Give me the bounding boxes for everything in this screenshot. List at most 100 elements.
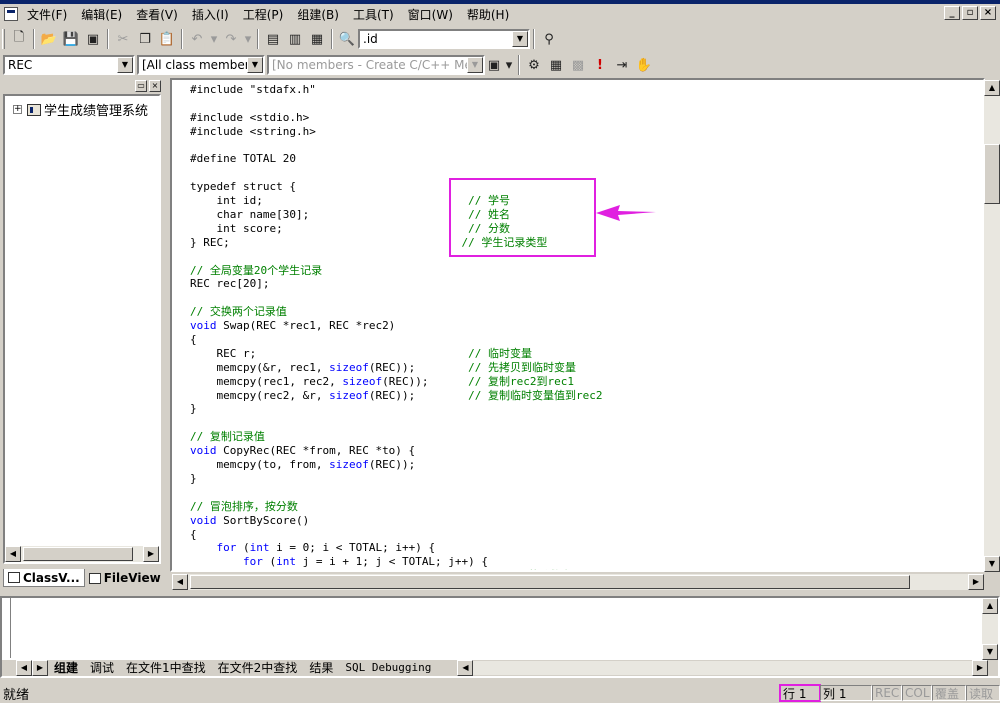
code-editor[interactable]: #include "stdafx.h" #include <stdio.h> #i… bbox=[170, 78, 985, 572]
expand-icon[interactable]: + bbox=[13, 105, 22, 114]
code-line[interactable] bbox=[190, 139, 603, 153]
workspace-horizontal-scrollbar[interactable]: ◀ ▶ bbox=[5, 546, 159, 562]
build-icon[interactable]: ▦ bbox=[545, 54, 567, 76]
tab-build[interactable]: 组建 bbox=[48, 661, 84, 675]
output-vertical-scrollbar[interactable]: ▲ ▼ bbox=[982, 598, 998, 660]
scroll-thumb[interactable] bbox=[190, 575, 910, 589]
workspace-icon[interactable]: ▤ bbox=[262, 28, 284, 50]
undo-icon[interactable]: ↶ bbox=[186, 28, 208, 50]
code-line[interactable]: // 交换两个记录值 bbox=[190, 305, 603, 319]
editor-horizontal-scrollbar[interactable]: ◀ ▶ bbox=[172, 574, 984, 590]
code-line[interactable] bbox=[190, 97, 603, 111]
code-line[interactable]: for (int i = 0; i < TOTAL; i++) { bbox=[190, 541, 603, 555]
undo-dropdown-icon[interactable]: ▾ bbox=[208, 28, 220, 50]
stop-build-icon[interactable]: ▩ bbox=[567, 54, 589, 76]
scroll-left-icon[interactable]: ◀ bbox=[457, 660, 474, 676]
tab-results[interactable]: 结果 bbox=[303, 661, 339, 675]
menu-edit[interactable]: 编辑(E) bbox=[74, 6, 129, 23]
code-line[interactable]: // 冒泡排序，按分数 bbox=[190, 500, 603, 514]
menu-insert[interactable]: 插入(I) bbox=[185, 6, 236, 23]
scroll-right-icon[interactable]: ▶ bbox=[972, 660, 988, 676]
menu-window[interactable]: 窗口(W) bbox=[401, 6, 460, 23]
code-line[interactable]: #include <stdio.h> bbox=[190, 111, 603, 125]
code-line[interactable]: #include <string.h> bbox=[190, 125, 603, 139]
scroll-up-icon[interactable]: ▲ bbox=[982, 598, 998, 614]
open-folder-icon[interactable]: 📂 bbox=[38, 28, 60, 50]
tab-classview[interactable]: ClassV... bbox=[3, 569, 85, 587]
scroll-left-icon[interactable]: ◀ bbox=[172, 574, 188, 590]
tab-sql-debugging[interactable]: SQL Debugging bbox=[339, 661, 437, 675]
code-line[interactable]: } bbox=[190, 472, 603, 486]
scroll-right-icon[interactable]: ▶ bbox=[968, 574, 984, 590]
execute-icon[interactable]: ! bbox=[589, 54, 611, 76]
class-combo[interactable]: REC ▼ bbox=[3, 55, 135, 75]
copy-icon[interactable]: ❐ bbox=[134, 28, 156, 50]
document-icon[interactable] bbox=[4, 7, 18, 21]
new-file-icon[interactable]: 🗋 bbox=[8, 28, 30, 50]
scroll-down-icon[interactable]: ▼ bbox=[984, 556, 1000, 572]
filter-combo[interactable]: [All class members] ▼ bbox=[137, 55, 265, 75]
output-window-icon[interactable]: ▥ bbox=[284, 28, 306, 50]
save-icon[interactable]: 💾 bbox=[60, 28, 82, 50]
code-line[interactable]: { bbox=[190, 528, 603, 542]
code-line[interactable]: for (int j = i + 1; j < TOTAL; j++) { bbox=[190, 555, 603, 569]
paste-icon[interactable]: 📋 bbox=[156, 28, 178, 50]
chevron-down-icon[interactable]: ▼ bbox=[117, 57, 133, 73]
code-line[interactable] bbox=[190, 291, 603, 305]
code-line[interactable]: void Swap(REC *rec1, REC *rec2) bbox=[190, 319, 603, 333]
go-icon[interactable]: ⇥ bbox=[611, 54, 633, 76]
code-line[interactable]: { bbox=[190, 333, 603, 347]
code-line[interactable]: // 全局变量20个学生记录 bbox=[190, 264, 603, 278]
menu-file[interactable]: 文件(F) bbox=[20, 6, 74, 23]
window-list-icon[interactable]: ▦ bbox=[306, 28, 328, 50]
code-line[interactable]: void SortByScore() bbox=[190, 514, 603, 528]
wizard-action-dropdown-icon[interactable]: ▾ bbox=[503, 54, 515, 76]
menu-project[interactable]: 工程(P) bbox=[236, 6, 291, 23]
scroll-up-icon[interactable]: ▲ bbox=[984, 80, 1000, 96]
chevron-down-icon[interactable]: ▼ bbox=[512, 31, 528, 47]
code-line[interactable] bbox=[190, 416, 603, 430]
tab-fileview[interactable]: FileView bbox=[85, 569, 165, 587]
menu-view[interactable]: 查看(V) bbox=[129, 6, 185, 23]
find-in-files-icon[interactable]: 🔍 bbox=[336, 28, 358, 50]
wizard-action-icon[interactable]: ▣ bbox=[485, 54, 503, 76]
restore-button[interactable]: ▫ bbox=[962, 6, 978, 20]
code-line[interactable]: memcpy(to, from, sizeof(REC)); bbox=[190, 458, 603, 472]
find-binoculars-icon[interactable]: ⚲ bbox=[538, 28, 560, 50]
chevron-down-icon[interactable]: ▼ bbox=[247, 57, 263, 73]
breakpoint-hand-icon[interactable]: ✋ bbox=[633, 54, 655, 76]
scroll-thumb[interactable] bbox=[984, 144, 1000, 204]
code-text[interactable]: #include "stdafx.h" #include <stdio.h> #i… bbox=[190, 83, 603, 570]
tab-prev-icon[interactable]: ▶ bbox=[32, 660, 48, 676]
minimize-button[interactable]: _ bbox=[944, 6, 960, 20]
close-icon[interactable]: × bbox=[149, 80, 161, 92]
redo-icon[interactable]: ↷ bbox=[220, 28, 242, 50]
scroll-thumb[interactable] bbox=[23, 547, 133, 561]
code-line[interactable]: #include "stdafx.h" bbox=[190, 83, 603, 97]
find-combo[interactable]: .id ▼ bbox=[358, 29, 530, 49]
tab-first-icon[interactable]: ◀ bbox=[16, 660, 32, 676]
code-line[interactable]: #define TOTAL 20 bbox=[190, 152, 603, 166]
code-line[interactable]: memcpy(rec1, rec2, sizeof(REC)); // 复制re… bbox=[190, 375, 603, 389]
close-button[interactable]: × bbox=[980, 6, 996, 20]
code-line[interactable]: REC r; // 临时变量 bbox=[190, 347, 603, 361]
tree-root-project[interactable]: + 学生成绩管理系统 bbox=[13, 100, 148, 119]
code-line[interactable]: if (rec[i].score > rec[j].score) { // 若分… bbox=[190, 569, 603, 570]
code-line[interactable]: } bbox=[190, 402, 603, 416]
menu-tools[interactable]: 工具(T) bbox=[346, 6, 401, 23]
tab-find-in-files-2[interactable]: 在文件2中查找 bbox=[212, 661, 304, 675]
save-all-icon[interactable]: ▣ bbox=[82, 28, 104, 50]
output-pane[interactable]: ◀ ▶ 组建 调试 在文件1中查找 在文件2中查找 结果 SQL Debuggi… bbox=[0, 596, 1000, 678]
editor-vertical-scrollbar[interactable]: ▲ ▼ bbox=[984, 80, 1000, 572]
scroll-down-icon[interactable]: ▼ bbox=[982, 644, 998, 660]
menu-help[interactable]: 帮助(H) bbox=[460, 6, 516, 23]
scroll-left-icon[interactable]: ◀ bbox=[5, 546, 21, 562]
tab-find-in-files-1[interactable]: 在文件1中查找 bbox=[120, 661, 212, 675]
redo-dropdown-icon[interactable]: ▾ bbox=[242, 28, 254, 50]
pane-restore-icon[interactable]: ▭ bbox=[135, 80, 147, 92]
chevron-down-icon[interactable]: ▼ bbox=[467, 57, 483, 73]
menu-build[interactable]: 组建(B) bbox=[290, 6, 346, 23]
members-combo[interactable]: [No members - Create C/C++ Memb ▼ bbox=[267, 55, 485, 75]
code-line[interactable] bbox=[190, 486, 603, 500]
compile-icon[interactable]: ⚙ bbox=[523, 54, 545, 76]
